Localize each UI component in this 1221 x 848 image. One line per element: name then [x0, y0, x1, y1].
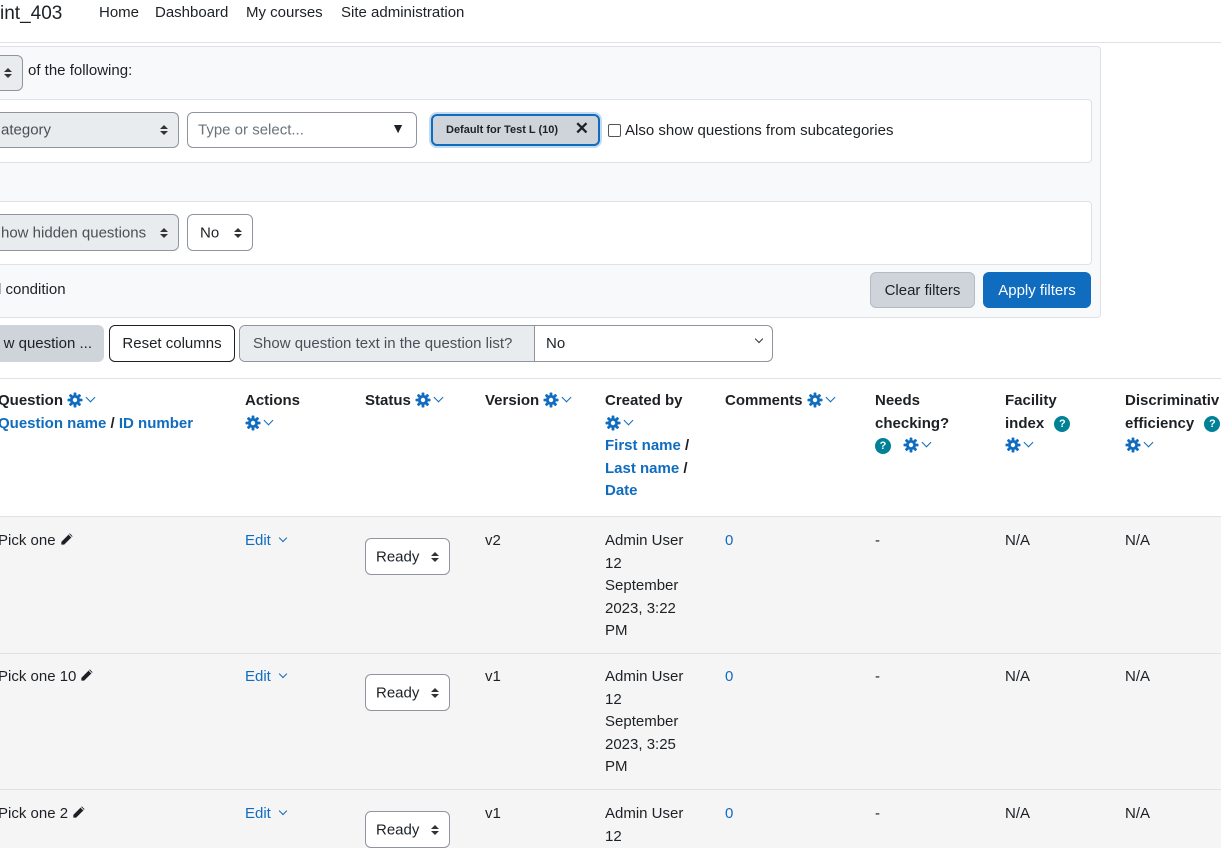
- edit-menu-button[interactable]: Edit: [245, 530, 288, 553]
- discriminative-efficiency-cell: N/A: [1125, 668, 1151, 685]
- needs-checking-cell: -: [875, 805, 880, 822]
- comments-link[interactable]: 0: [725, 803, 733, 826]
- updown-icon: [160, 227, 168, 238]
- gear-icon[interactable]: [543, 392, 572, 409]
- close-icon[interactable]: ✕: [575, 119, 589, 139]
- updown-icon: [431, 824, 439, 835]
- gear-icon[interactable]: [67, 392, 96, 409]
- header-status: Status: [365, 390, 444, 413]
- apply-filters-button[interactable]: Apply filters: [983, 272, 1091, 308]
- match-type-select[interactable]: [0, 55, 23, 91]
- chevron-down-icon: [754, 334, 764, 344]
- created-by-cell: Admin User 12 September 2023, 3:22 PM: [605, 532, 684, 639]
- gear-icon[interactable]: [1125, 437, 1154, 454]
- table-row: Pick one 10 Edit Ready v1 Admin User 12 Se…: [0, 653, 1221, 790]
- header-actions: Actions: [245, 390, 300, 435]
- gear-icon[interactable]: [245, 415, 274, 432]
- header-facility-index: Facility index ?: [1005, 390, 1071, 458]
- match-suffix-text: of the following:: [28, 62, 133, 79]
- created-by-cell: Admin User 12: [605, 805, 684, 845]
- category-type-input[interactable]: Type or select... ▼: [187, 112, 417, 148]
- updown-icon: [234, 227, 242, 238]
- clear-filters-button[interactable]: Clear filters: [870, 272, 975, 308]
- pencil-icon[interactable]: [71, 805, 86, 828]
- updown-icon: [431, 551, 439, 562]
- needs-checking-cell: -: [875, 532, 880, 549]
- category-chip[interactable]: Default for Test L (10) ✕: [431, 114, 600, 146]
- nav-dashboard[interactable]: Dashboard: [155, 4, 228, 21]
- gear-icon[interactable]: [903, 437, 932, 454]
- pencil-icon[interactable]: [79, 668, 94, 691]
- status-select[interactable]: Ready: [365, 811, 450, 848]
- header-question: Question Question name / ID number: [0, 392, 194, 432]
- gear-icon[interactable]: [415, 392, 444, 409]
- discriminative-efficiency-cell: N/A: [1125, 805, 1151, 822]
- header-created-by: Created by First name / Last name / Date: [605, 392, 690, 499]
- updown-icon: [431, 687, 439, 698]
- question-cell: Pick one 2: [0, 803, 86, 828]
- updown-icon: [4, 68, 12, 78]
- gear-icon[interactable]: [605, 415, 634, 432]
- header-comments: Comments: [725, 390, 836, 413]
- category-condition-select[interactable]: ategory: [0, 112, 179, 148]
- hidden-value-select[interactable]: No: [187, 214, 253, 251]
- version-cell: v2: [485, 532, 501, 549]
- comments-link[interactable]: 0: [725, 666, 733, 689]
- table-row: Pick one 2 Edit Ready v1 Admin User 12 0 …: [0, 789, 1221, 848]
- table-top-border: [0, 378, 1221, 379]
- add-condition-button[interactable]: l condition: [0, 281, 66, 298]
- gear-icon[interactable]: [1005, 437, 1034, 454]
- question-cell: Pick one 10: [0, 666, 94, 691]
- nav-site-administration[interactable]: Site administration: [341, 4, 464, 21]
- sort-date[interactable]: Date: [605, 482, 638, 499]
- sort-last-name[interactable]: Last name: [605, 460, 679, 477]
- create-new-question-button[interactable]: w question ...: [0, 325, 104, 362]
- sort-question-name[interactable]: Question name: [0, 415, 106, 432]
- version-cell: v1: [485, 805, 501, 822]
- header-discriminative-efficiency: Discriminativ efficiency ?: [1125, 390, 1221, 458]
- facility-index-cell: N/A: [1005, 805, 1031, 822]
- version-cell: v1: [485, 668, 501, 685]
- header-version: Version: [485, 390, 572, 413]
- gear-icon[interactable]: [807, 392, 836, 409]
- help-icon[interactable]: ?: [1204, 415, 1221, 432]
- edit-menu-button[interactable]: Edit: [245, 666, 288, 689]
- nav-home[interactable]: Home: [99, 4, 139, 21]
- created-by-cell: Admin User 12 September 2023, 3:25 PM: [605, 668, 684, 775]
- subcategories-label: Also show questions from subcategories: [625, 122, 894, 139]
- show-question-text-group: Show question text in the question list?…: [239, 325, 773, 362]
- table-row: Pick one Edit Ready v2 Admin User 12 Septe…: [0, 516, 1221, 654]
- needs-checking-cell: -: [875, 668, 880, 685]
- facility-index-cell: N/A: [1005, 532, 1031, 549]
- sort-first-name[interactable]: First name: [605, 437, 681, 454]
- reset-columns-button[interactable]: Reset columns: [109, 325, 235, 362]
- header-needs-checking: Needs checking? ?: [875, 392, 950, 454]
- show-question-text-select[interactable]: No: [546, 335, 565, 352]
- discriminative-efficiency-cell: N/A: [1125, 532, 1151, 549]
- show-question-text-label: Show question text in the question list?: [240, 326, 535, 361]
- edit-menu-button[interactable]: Edit: [245, 803, 288, 826]
- updown-icon: [160, 125, 168, 135]
- facility-index-cell: N/A: [1005, 668, 1031, 685]
- status-select[interactable]: Ready: [365, 538, 450, 575]
- help-icon[interactable]: ?: [875, 438, 891, 454]
- help-icon[interactable]: ?: [1054, 415, 1071, 432]
- comments-link[interactable]: 0: [725, 530, 733, 553]
- top-navbar: int_403 Home Dashboard My courses Site a…: [0, 0, 1221, 43]
- nav-my-courses[interactable]: My courses: [246, 4, 323, 21]
- dropdown-triangle-icon: ▼: [391, 120, 405, 136]
- pencil-icon[interactable]: [59, 532, 74, 555]
- site-brand[interactable]: int_403: [0, 3, 62, 25]
- question-cell: Pick one: [0, 530, 74, 555]
- status-select[interactable]: Ready: [365, 674, 450, 711]
- hidden-condition-select[interactable]: how hidden questions: [0, 214, 179, 251]
- sort-id-number[interactable]: ID number: [119, 415, 193, 432]
- subcategories-checkbox[interactable]: [608, 124, 621, 137]
